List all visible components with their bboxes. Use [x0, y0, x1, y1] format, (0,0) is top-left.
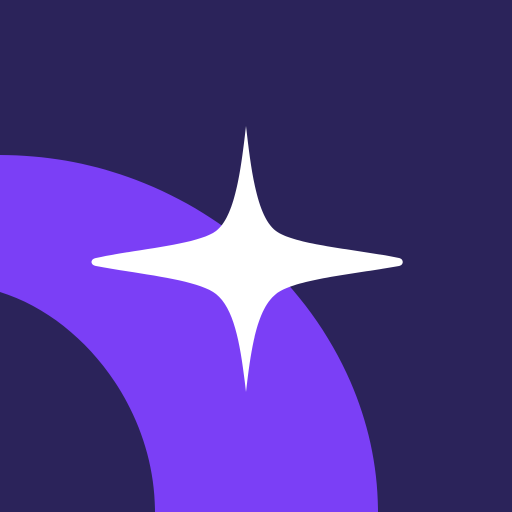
app-icon-graphic — [0, 0, 512, 512]
app-icon — [0, 0, 512, 512]
